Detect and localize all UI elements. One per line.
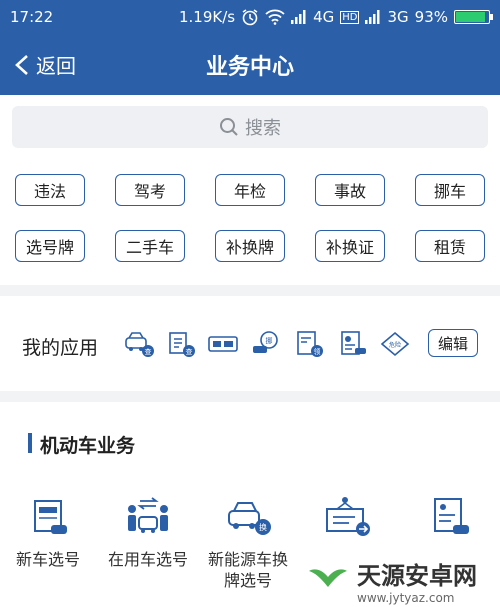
app-badge-2: 查 [186, 347, 193, 356]
my-apps-label: 我的应用 [22, 337, 99, 359]
plate-transfer-item[interactable] [303, 495, 393, 549]
title-bar: 返回 业务中心 [0, 34, 500, 95]
status-time: 17:22 [10, 8, 54, 26]
ev-plate-label: 新能源车换牌选号 [208, 550, 289, 590]
service-rental-button[interactable]: 租赁 [415, 230, 485, 262]
battery-fill [456, 12, 485, 22]
search-icon [220, 118, 238, 136]
signal-icon [291, 10, 306, 24]
used-car-plate-label: 在用车选号 [107, 550, 188, 569]
status-indicators: 1.19K/s 4G HD 3G 93% [178, 8, 493, 26]
section-accent-bar [28, 433, 32, 453]
license-card-item[interactable] [405, 495, 495, 549]
service-replace-plate-button[interactable]: 补换牌 [215, 230, 285, 262]
new-car-plate-icon [34, 500, 67, 534]
service-select-plate-button[interactable]: 选号牌 [15, 230, 85, 262]
document-icon[interactable]: 查 [166, 330, 196, 358]
service-move-car-button[interactable]: 挪车 [415, 174, 485, 206]
signal-icon-2 [365, 10, 380, 24]
search-input[interactable]: 搜索 [12, 106, 488, 148]
watermark: 天源安卓网 www.jytyaz.com [305, 553, 500, 607]
service-violation-button[interactable]: 违法 [15, 174, 85, 206]
service-accident-button[interactable]: 事故 [315, 174, 385, 206]
network-type-2: 3G [387, 8, 409, 26]
ev-plate-icon: 换 [228, 502, 271, 535]
battery-icon [454, 10, 493, 24]
ev-plate-item[interactable]: 换 新能源车换牌选号 [203, 495, 293, 591]
service-replace-license-button[interactable]: 补换证 [315, 230, 385, 262]
registration-icon[interactable]: 领 [294, 330, 324, 358]
road-sign-icon[interactable]: 危险 [380, 330, 410, 358]
app-badge-7: 危险 [389, 341, 401, 349]
network-type-1: 4G [313, 8, 335, 26]
used-car-plate-item[interactable]: 在用车选号 [103, 495, 193, 570]
license-card-icon [434, 498, 469, 534]
watermark-text: 天源安卓网 [357, 561, 477, 590]
search-placeholder: 搜索 [245, 118, 281, 139]
app-badge-5: 领 [314, 347, 321, 356]
page-title: 业务中心 [205, 55, 294, 80]
chat-car-icon[interactable]: 挪 [251, 330, 281, 358]
edit-apps-button[interactable]: 编辑 [428, 329, 478, 357]
new-car-plate-item[interactable]: 新车选号 [3, 495, 93, 570]
new-car-plate-label: 新车选号 [15, 550, 80, 569]
status-bar: 17:22 1.19K/s 4G HD 3G 93% [0, 0, 500, 34]
car-inspection-icon[interactable]: 查 [124, 330, 154, 358]
used-car-plate-icon [128, 497, 168, 533]
svg-text:换: 换 [259, 522, 267, 532]
alarm-icon [242, 9, 258, 26]
network-speed: 1.19K/s [178, 8, 236, 26]
plate-transfer-icon [326, 497, 370, 536]
watermark-url: www.jytyaz.com [357, 590, 455, 605]
watermark-logo-icon [309, 561, 347, 599]
app-badge-4: 挪 [266, 336, 273, 345]
service-annual-inspection-button[interactable]: 年检 [215, 174, 285, 206]
app-badge-1: 查 [145, 347, 152, 356]
service-used-car-button[interactable]: 二手车 [115, 230, 185, 262]
hd-badge: HD [340, 10, 360, 24]
service-driving-test-button[interactable]: 驾考 [115, 174, 185, 206]
wifi-icon [265, 9, 285, 25]
battery-percent: 93% [414, 8, 448, 26]
app-header: 17:22 1.19K/s 4G HD 3G 93% 返回 业务中心 [0, 0, 500, 95]
driver-license-icon[interactable] [338, 330, 368, 358]
license-plate-icon[interactable] [208, 330, 238, 358]
section-title: 机动车业务 [40, 435, 136, 457]
